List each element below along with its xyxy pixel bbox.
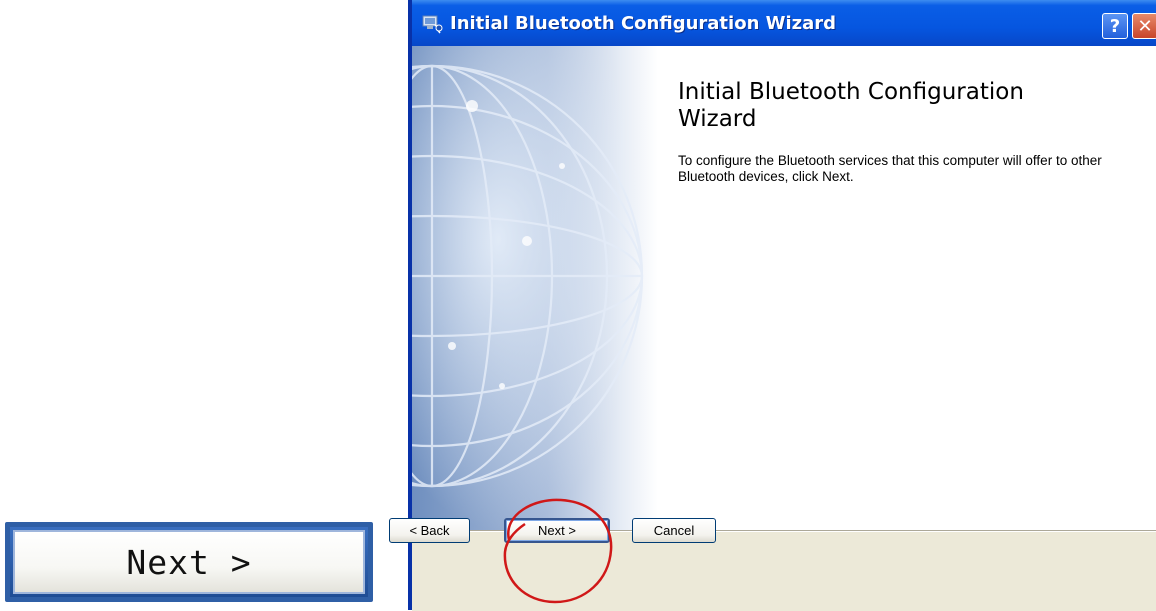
title-bar[interactable]: Initial Bluetooth Configuration Wizard ?… <box>412 0 1156 46</box>
window-title: Initial Bluetooth Configuration Wizard <box>450 13 837 34</box>
close-button[interactable]: ✕ <box>1132 13 1156 39</box>
close-icon: ✕ <box>1137 15 1153 37</box>
page-description: To configure the Bluetooth services that… <box>678 153 1102 184</box>
cancel-button-label: Cancel <box>653 523 695 538</box>
page-heading: Initial Bluetooth Configuration Wizard <box>678 79 1024 132</box>
back-button[interactable]: < Back <box>389 518 470 543</box>
help-icon: ? <box>1109 15 1121 37</box>
cancel-button[interactable]: Cancel <box>632 518 716 543</box>
bluetooth-wizard-icon <box>422 15 443 34</box>
back-button-label: < Back <box>409 523 450 538</box>
next-button-label: Next > <box>538 523 576 538</box>
help-button[interactable]: ? <box>1102 13 1128 39</box>
globe-illustration <box>412 46 658 530</box>
zoomed-next-label: Next > <box>126 542 252 582</box>
zoomed-next-button: Next > <box>5 522 373 602</box>
next-button[interactable]: Next > <box>504 518 610 543</box>
